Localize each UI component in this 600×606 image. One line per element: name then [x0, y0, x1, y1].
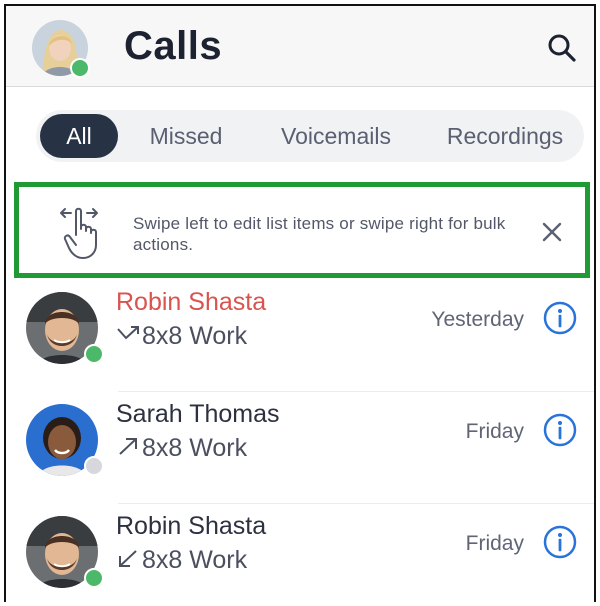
call-line: 8x8 Work — [116, 434, 247, 463]
search-icon[interactable] — [544, 30, 580, 66]
call-list-item[interactable]: Robin Shasta 8x8 Work Friday — [6, 504, 594, 602]
call-time: Yesterday — [431, 308, 524, 331]
info-icon[interactable] — [542, 300, 578, 336]
info-icon[interactable] — [542, 524, 578, 560]
contact-name: Sarah Thomas — [116, 400, 280, 428]
tab-missed[interactable]: Missed — [136, 114, 236, 158]
presence-dot — [84, 568, 104, 588]
call-line: 8x8 Work — [116, 322, 247, 351]
swipe-tip-banner: Swipe left to edit list items or swipe r… — [14, 182, 590, 278]
call-line: 8x8 Work — [116, 546, 247, 575]
tip-text: Swipe left to edit list items or swipe r… — [133, 214, 506, 254]
contact-name: Robin Shasta — [116, 288, 267, 316]
call-time: Friday — [465, 420, 524, 443]
tab-all[interactable]: All — [40, 114, 118, 158]
line-label: 8x8 Work — [142, 322, 248, 350]
line-label: 8x8 Work — [142, 434, 248, 462]
call-filter-tabs: All Missed Voicemails Recordings — [36, 110, 584, 162]
presence-dot — [84, 456, 104, 476]
swipe-gesture-icon — [57, 205, 103, 261]
contact-name: Robin Shasta — [116, 512, 267, 540]
incoming-call-icon — [116, 546, 142, 575]
header-bar: Calls — [6, 6, 594, 87]
tab-voicemails[interactable]: Voicemails — [266, 114, 406, 158]
user-presence-dot — [70, 58, 90, 78]
call-list-item[interactable]: Robin Shasta 8x8 Work Yesterday — [6, 280, 594, 392]
page-title: Calls — [124, 24, 223, 68]
missed-call-icon — [116, 322, 142, 351]
close-icon[interactable] — [537, 217, 567, 247]
call-list-item[interactable]: Sarah Thomas 8x8 Work Friday — [6, 392, 594, 504]
presence-dot — [84, 344, 104, 364]
call-time: Friday — [465, 532, 524, 555]
app-window: Calls All Missed Voicemails Recordings S… — [4, 4, 596, 602]
outgoing-call-icon — [116, 434, 142, 463]
info-icon[interactable] — [542, 412, 578, 448]
tab-recordings[interactable]: Recordings — [432, 114, 578, 158]
line-label: 8x8 Work — [142, 546, 248, 574]
